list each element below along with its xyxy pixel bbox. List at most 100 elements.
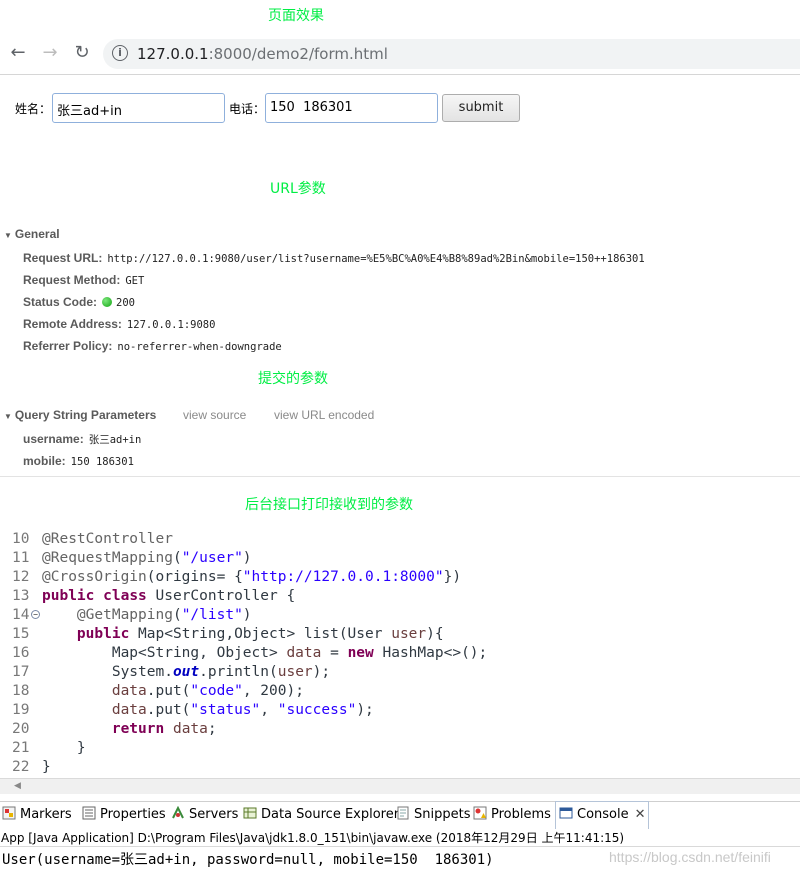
section-divider bbox=[0, 476, 800, 477]
site-info-icon[interactable]: i bbox=[112, 45, 128, 61]
line-number: 12 bbox=[12, 569, 30, 585]
code-line: 20 return data; bbox=[12, 721, 217, 737]
tab-servers[interactable]: Servers bbox=[171, 806, 238, 822]
code-line: 12 @CrossOrigin(origins= {"http://127.0.0… bbox=[12, 569, 462, 585]
line-number: 22 bbox=[12, 759, 30, 775]
code-line: 19 data.put("status", "success"); bbox=[12, 702, 374, 718]
status-code-key: Status Code: bbox=[23, 295, 98, 309]
view-url-encoded-link[interactable]: view URL encoded bbox=[274, 408, 374, 422]
referrer-policy-key: Referrer Policy: bbox=[23, 339, 113, 353]
line-number: 16 bbox=[12, 645, 30, 661]
phone-label: 电话： bbox=[229, 102, 266, 116]
param-mobile-value: 150 186301 bbox=[70, 456, 134, 468]
tab-console[interactable]: Console ✕ bbox=[559, 806, 646, 822]
phone-input[interactable]: 150 186301 bbox=[265, 93, 438, 123]
tab-label: Snippets bbox=[414, 807, 471, 822]
param-username-value: 张三ad+in bbox=[88, 434, 142, 446]
code-line: 15 public Map<String,Object> list(User u… bbox=[12, 626, 444, 642]
reload-icon[interactable]: ↻ bbox=[72, 43, 92, 63]
collapse-triangle-icon: ▼ bbox=[4, 231, 12, 240]
code-line: 13 public class UserController { bbox=[12, 588, 296, 604]
submit-button[interactable]: submit bbox=[442, 94, 520, 122]
console-launch-header: App [Java Application] D:\Program Files\… bbox=[0, 829, 800, 847]
code-line: 10 @RestController bbox=[12, 531, 173, 547]
code-editor[interactable]: 10 @RestController 11 @RequestMapping("/us… bbox=[0, 528, 800, 778]
tab-problems[interactable]: Problems bbox=[473, 806, 551, 822]
tab-label: Problems bbox=[491, 807, 551, 822]
console-output: User(username=张三ad+in, password=null, mo… bbox=[2, 852, 494, 868]
heading-backend-print: 后台接口打印接收到的参数 bbox=[245, 497, 413, 513]
request-method-value: GET bbox=[125, 275, 145, 287]
url-path: :8000/demo2/form.html bbox=[208, 45, 388, 63]
forward-arrow-icon[interactable]: → bbox=[40, 43, 60, 63]
param-mobile-key: mobile: bbox=[23, 454, 66, 468]
code-line: 16 Map<String, Object> data = new HashMa… bbox=[12, 645, 488, 661]
tab-label: Servers bbox=[189, 807, 239, 822]
name-input[interactable]: 张三ad+in bbox=[52, 93, 225, 123]
request-method-row: Request Method: GET bbox=[23, 273, 144, 287]
remote-address-key: Remote Address: bbox=[23, 317, 122, 331]
markers-icon bbox=[2, 806, 16, 820]
line-number: 10 bbox=[12, 531, 30, 547]
general-section-toggle[interactable]: ▼ General bbox=[4, 227, 60, 241]
data-source-icon bbox=[243, 807, 257, 819]
browser-divider bbox=[0, 74, 800, 75]
name-label: 姓名： bbox=[15, 102, 52, 116]
code-line: 22} bbox=[12, 759, 51, 775]
line-number: 21 bbox=[12, 740, 30, 756]
tab-data-source-explorer[interactable]: Data Source Explorer bbox=[243, 806, 399, 822]
request-url-row: Request URL: http://127.0.0.1:9080/user/l… bbox=[23, 251, 645, 265]
referrer-policy-value: no-referrer-when-downgrade bbox=[117, 341, 282, 353]
status-ok-icon bbox=[102, 297, 113, 307]
remote-address-row: Remote Address: 127.0.0.1:9080 bbox=[23, 317, 215, 331]
status-code-value: 200 bbox=[116, 297, 135, 309]
code-line: 18 data.put("code", 200); bbox=[12, 683, 304, 699]
tab-label: Markers bbox=[20, 807, 72, 822]
param-mobile-row: mobile: 150 186301 bbox=[23, 454, 134, 468]
tab-label: Data Source Explorer bbox=[261, 807, 400, 822]
code-line: 21 } bbox=[12, 740, 86, 756]
tab-label: Properties bbox=[100, 807, 166, 822]
collapse-triangle-icon: ▼ bbox=[4, 412, 12, 421]
query-section-toggle[interactable]: ▼ Query String Parameters bbox=[4, 408, 156, 422]
status-code-row: Status Code: 200 bbox=[23, 295, 135, 309]
servers-icon bbox=[172, 806, 184, 819]
heading-url-params: URL参数 bbox=[270, 181, 326, 197]
properties-icon bbox=[82, 806, 96, 820]
request-url-key: Request URL: bbox=[23, 251, 103, 265]
remote-address-value: 127.0.0.1:9080 bbox=[126, 319, 216, 331]
line-number: 14 bbox=[12, 607, 30, 623]
param-username-row: username: 张三ad+in bbox=[23, 432, 141, 447]
console-icon bbox=[559, 807, 573, 819]
request-url-value: http://127.0.0.1:9080/user/list?username… bbox=[107, 253, 645, 265]
line-number: 17 bbox=[12, 664, 30, 680]
line-number: 15 bbox=[12, 626, 30, 642]
problems-icon bbox=[473, 806, 487, 820]
fold-toggle-icon[interactable]: − bbox=[31, 610, 40, 619]
code-line: 11 @RequestMapping("/user") bbox=[12, 550, 252, 566]
line-number: 13 bbox=[12, 588, 30, 604]
line-number: 20 bbox=[12, 721, 30, 737]
view-source-link[interactable]: view source bbox=[183, 408, 246, 422]
line-number: 11 bbox=[12, 550, 30, 566]
request-method-key: Request Method: bbox=[23, 273, 121, 287]
tab-properties[interactable]: Properties bbox=[82, 806, 166, 822]
url-host: 127.0.0.1 bbox=[137, 45, 209, 63]
query-title: Query String Parameters bbox=[14, 408, 157, 422]
heading-submitted-params: 提交的参数 bbox=[258, 371, 328, 387]
back-arrow-icon[interactable]: ← bbox=[8, 43, 28, 63]
referrer-policy-row: Referrer Policy: no-referrer-when-downgra… bbox=[23, 339, 282, 353]
watermark: https://blog.csdn.net/feinifi bbox=[609, 849, 771, 865]
line-number: 19 bbox=[12, 702, 30, 718]
tab-label: Console bbox=[577, 807, 629, 822]
tab-markers[interactable]: Markers bbox=[2, 806, 72, 822]
general-title: General bbox=[14, 227, 60, 241]
heading-page-effect: 页面效果 bbox=[268, 8, 324, 24]
tab-snippets[interactable]: Snippets bbox=[396, 806, 470, 822]
line-number: 18 bbox=[12, 683, 30, 699]
scroll-left-icon[interactable]: ◀ bbox=[14, 780, 21, 791]
address-url[interactable]: 127.0.0.1:8000/demo2/form.html bbox=[137, 45, 388, 63]
horizontal-scrollbar[interactable]: ◀ bbox=[0, 778, 800, 794]
close-icon[interactable]: ✕ bbox=[635, 807, 646, 822]
snippets-icon bbox=[397, 806, 409, 820]
